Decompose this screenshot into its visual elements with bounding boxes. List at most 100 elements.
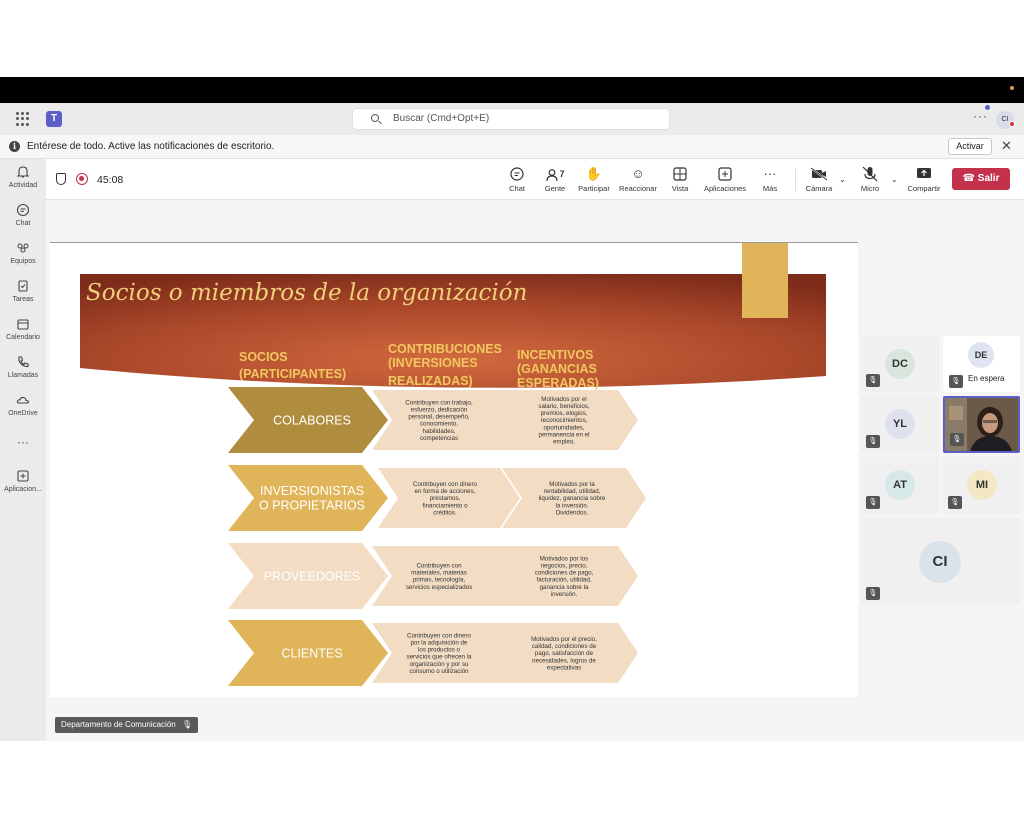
rail-item-apps[interactable]: Aplicacion... [0, 469, 46, 493]
notification-text: Entérese de todo. Active las notificacio… [27, 141, 275, 152]
people-icon: 7 [541, 166, 569, 182]
rail-item-calendar[interactable]: Calendario [0, 317, 46, 341]
muted-mic-icon: 🎙 [948, 496, 962, 509]
more-label: Más [762, 184, 778, 193]
people-button[interactable]: 7 Gente [541, 166, 569, 193]
search-input[interactable]: Buscar (Cmd+Opt+E) [352, 108, 670, 130]
slide-canvas: Socios o miembros de la organización SOC… [80, 243, 826, 686]
activate-notifications-button[interactable]: Activar [948, 138, 992, 155]
mic-button[interactable]: Micro [857, 166, 883, 193]
share-button[interactable]: Compartir [904, 166, 944, 193]
waiting-status: En espera [968, 374, 1005, 383]
apps-label: Aplicaciones [703, 184, 747, 193]
muted-mic-icon: 🎙 [949, 375, 963, 388]
view-label: Vista [671, 184, 689, 193]
participant-video-tile[interactable]: 🎙 [943, 396, 1020, 453]
left-rail: Actividad Chat Equipos Tareas Calendario… [0, 159, 46, 741]
close-icon[interactable]: ✕ [1001, 138, 1012, 154]
participate-label: Participar [578, 184, 610, 193]
rail-item-tasks[interactable]: Tareas [0, 279, 46, 303]
chat-label: Chat [509, 184, 525, 193]
rail-more-icon[interactable]: ··· [0, 435, 46, 449]
react-label: Reaccionar [619, 184, 657, 193]
more-icon: ··· [763, 166, 777, 181]
bell-icon [16, 166, 30, 178]
window-top-bar [0, 77, 1024, 103]
muted-mic-icon: 🎙 [950, 433, 964, 446]
avatar: YL [885, 409, 915, 439]
shield-icon [56, 173, 66, 185]
view-button[interactable]: Vista [668, 166, 692, 193]
contribution-text: Contribuyen con dinero por la adquisición… [406, 632, 472, 675]
slide-title: Socios o miembros de la organización [86, 280, 527, 306]
muted-mic-icon: 🎙 [866, 374, 880, 387]
notification-badge [985, 105, 990, 110]
rail-label: Llamadas [7, 372, 39, 379]
rail-item-activity[interactable]: Actividad [0, 165, 46, 189]
rail-label: Equipos [10, 258, 36, 265]
participant-tile-ci[interactable]: CI 🎙 [861, 518, 1020, 605]
muted-mic-icon: 🎙 [181, 720, 193, 729]
tasks-icon [18, 280, 28, 292]
camera-button[interactable]: Cámara [803, 166, 835, 193]
avatar: AT [885, 470, 915, 500]
gold-accent-block [742, 243, 788, 318]
camera-label: Cámara [805, 184, 833, 193]
search-placeholder: Buscar (Cmd+Opt+E) [393, 113, 490, 124]
share-screen-icon [917, 168, 931, 178]
camera-options-chevron-icon[interactable]: ⌄ [839, 175, 846, 184]
muted-mic-icon: 🎙 [866, 435, 880, 448]
partner-label: PROVEEDORES [264, 569, 361, 583]
grid-view-icon [673, 167, 687, 181]
leave-label: Salir [977, 173, 1000, 184]
more-button[interactable]: ··· Más [759, 166, 781, 193]
chat-icon [16, 203, 30, 217]
people-count: 7 [559, 169, 565, 179]
hangup-icon: ☎ [962, 173, 975, 184]
participant-tile-de[interactable]: DE 🎙 En espera [943, 336, 1020, 392]
cloud-icon [16, 396, 30, 404]
status-dot [1010, 86, 1014, 90]
avatar: CI [919, 541, 961, 583]
presenter-label: Departamento de Comunicación 🎙 [55, 717, 199, 733]
meeting-toolbar: 45:08 Chat 7 Gente ✋ Participar ☺ Reacci… [46, 159, 1024, 200]
participate-button[interactable]: ✋ Participar [576, 166, 612, 193]
more-options-icon[interactable]: ··· [973, 109, 988, 123]
participant-tile-at[interactable]: AT 🎙 [861, 457, 939, 514]
apps-button[interactable]: Aplicaciones [700, 166, 750, 193]
incentive-text: Motivados por el salario, beneficios, prem… [538, 396, 590, 446]
chat-icon [510, 167, 524, 181]
rail-item-calls[interactable]: Llamadas [0, 355, 46, 379]
toolbar-divider [795, 169, 796, 191]
meeting-timer: 45:08 [97, 174, 124, 186]
add-app-icon [17, 470, 29, 482]
rail-label: OneDrive [8, 410, 38, 417]
mic-options-chevron-icon[interactable]: ⌄ [891, 175, 898, 184]
leave-button[interactable]: ☎ Salir [952, 168, 1010, 190]
shared-slide: Socios o miembros de la organización SOC… [50, 243, 858, 697]
partner-label: CLIENTES [281, 646, 342, 660]
rail-label: Calendario [6, 334, 40, 341]
rail-item-chat[interactable]: Chat [0, 203, 46, 227]
notification-bar: i Entérese de todo. Active las notificac… [0, 135, 1024, 159]
rail-item-onedrive[interactable]: OneDrive [0, 393, 46, 417]
chat-button[interactable]: Chat [506, 166, 528, 193]
participant-tile-dc[interactable]: DC 🎙 [861, 336, 939, 392]
title-bar: T Buscar (Cmd+Opt+E) ··· CI [0, 103, 1024, 135]
presenter-name: Departamento de Comunicación [61, 720, 176, 729]
info-icon: i [9, 141, 20, 152]
rail-label: Aplicacion... [4, 486, 42, 493]
app-launcher-icon[interactable] [16, 112, 30, 126]
add-app-icon [718, 167, 732, 181]
muted-mic-icon: 🎙 [866, 496, 880, 509]
react-button[interactable]: ☺ Reaccionar [617, 166, 659, 193]
participant-tile-yl[interactable]: YL 🎙 [861, 396, 939, 453]
share-label: Compartir [907, 184, 941, 193]
teams-icon [17, 243, 29, 253]
people-label: Gente [544, 184, 566, 193]
rail-label: Tareas [12, 296, 34, 303]
partner-label: COLABORES [273, 413, 351, 427]
rail-item-teams[interactable]: Equipos [0, 241, 46, 265]
search-icon [371, 114, 379, 122]
participant-tile-mi[interactable]: MI 🎙 [943, 457, 1020, 514]
